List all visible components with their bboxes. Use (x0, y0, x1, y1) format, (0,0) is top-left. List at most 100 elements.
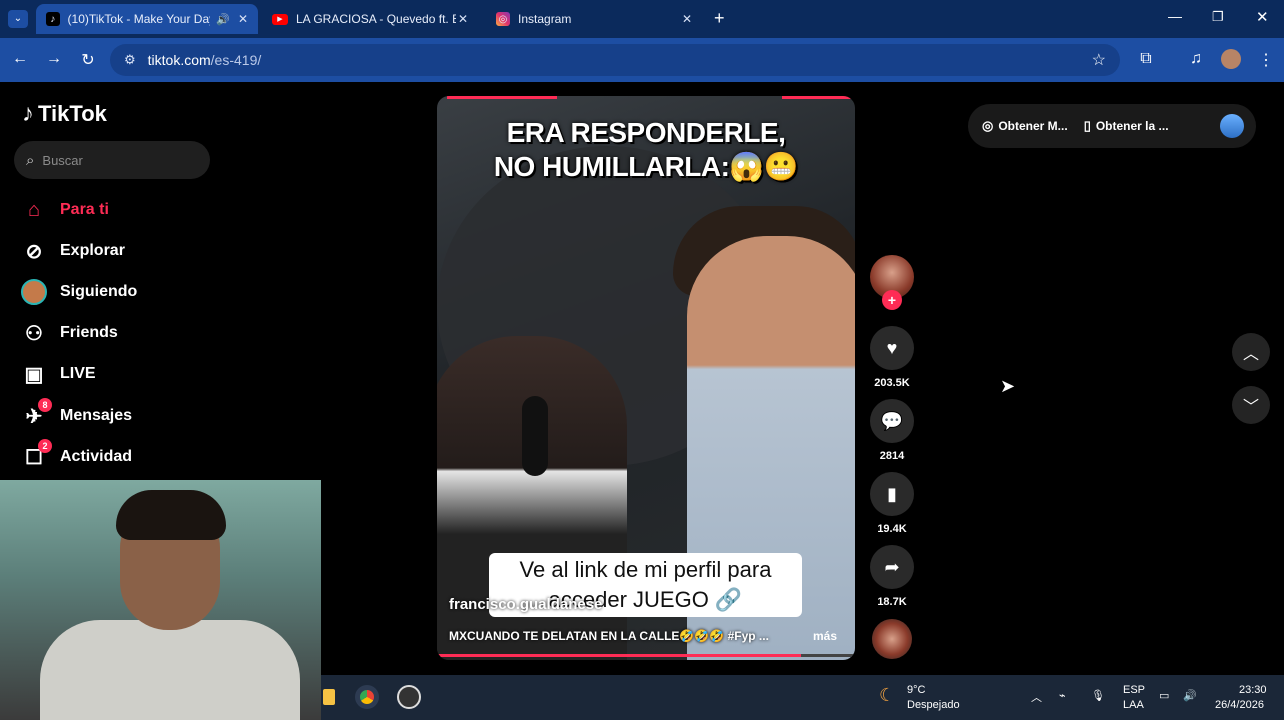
minimize-icon[interactable]: — (1168, 8, 1182, 24)
chevron-down-icon[interactable]: ﹀ (1232, 386, 1270, 424)
site-info-icon[interactable]: ⚙ (124, 52, 136, 68)
live-tv-icon: ▣ (24, 363, 44, 386)
get-label-2: Obtener la ... (1095, 119, 1169, 133)
comment-icon[interactable]: 💬 (870, 399, 914, 443)
back-icon[interactable]: ← (10, 50, 30, 68)
top-progress-segment (447, 96, 557, 99)
get-coins-button[interactable]: ◎ Obtener M... (982, 118, 1068, 134)
search-box[interactable]: ⌕ (14, 141, 210, 179)
forward-icon[interactable]: → (44, 50, 64, 68)
volume-icon[interactable]: 🔊 (1183, 689, 1197, 702)
weather-text: Despejado (907, 699, 960, 711)
share-action[interactable]: ➦ 18.7K (870, 545, 914, 608)
following-avatar-icon (20, 278, 48, 306)
heart-icon[interactable]: ♥ (870, 326, 914, 370)
activity-icon: ☐ 2 (20, 439, 52, 471)
search-input[interactable] (42, 152, 193, 168)
clock-date[interactable]: 26/4/2026 (1215, 699, 1264, 711)
search-icon: ⌕ (26, 151, 35, 169)
save-action[interactable]: ▮ 19.4K (870, 472, 914, 535)
url-host: tiktok.com (147, 52, 211, 68)
close-tab-icon[interactable]: ✕ (458, 12, 468, 26)
nav-label: Para ti (60, 201, 109, 218)
more-link[interactable]: más (813, 629, 837, 643)
obs-icon[interactable] (397, 685, 421, 709)
language-bottom[interactable]: LAA (1123, 699, 1144, 711)
address-bar[interactable]: ⚙ tiktok.com /es-419/ ☆ (110, 44, 1120, 76)
nav-explorar[interactable]: ⊘ Explorar (20, 236, 125, 266)
nav-label: Actividad (60, 448, 133, 465)
file-explorer-icon[interactable] (323, 689, 335, 705)
sound-disc-icon[interactable] (872, 619, 912, 659)
share-arrow-icon[interactable]: ➦ (870, 545, 914, 589)
overlay-line-2: NO HUMILLARLA:😱😬 (493, 151, 799, 182)
nav-friends[interactable]: ⚇ Friends (20, 318, 118, 348)
tiktok-logo[interactable]: ♪ TikTok (22, 100, 107, 128)
tab-title: Instagram (518, 12, 572, 26)
nav-label: Siguiendo (60, 283, 138, 300)
nav-mensajes[interactable]: ✈ 8 Mensajes (20, 398, 133, 431)
comment-action[interactable]: 💬 2814 (870, 399, 914, 462)
tray-chevron-icon[interactable]: ︿ (1031, 689, 1042, 705)
video-author[interactable]: francisco.gualdanese (449, 596, 602, 613)
nav-siguiendo[interactable]: Siguiendo (20, 277, 137, 307)
extensions-icon[interactable]: ⧉ (1136, 50, 1156, 68)
like-action[interactable]: ♥ 203.5K (870, 326, 914, 389)
video-description: MXCUANDO TE DELATAN EN LA CALLE🤣🤣🤣 #Fyp … (449, 629, 769, 643)
friends-icon: ⚇ (25, 322, 43, 345)
reload-icon[interactable]: ↻ (78, 50, 98, 70)
tab-list-dropdown-icon[interactable]: ⌄ (8, 10, 28, 28)
restore-icon[interactable]: ❐ (1212, 9, 1224, 25)
compass-icon: ⊘ (25, 240, 43, 263)
follow-plus-icon[interactable]: + (882, 290, 902, 310)
video-player[interactable]: ERA RESPONDERLE, NO HUMILLARLA:😱😬 Ve al … (437, 96, 855, 660)
get-app-bar: ◎ Obtener M... ▯ Obtener la ... (968, 104, 1256, 148)
menu-kebab-icon[interactable]: ⋮ (1256, 50, 1276, 70)
caption-line-1: Ve al link de mi perfil para (519, 557, 772, 582)
nav-label: Explorar (60, 242, 125, 259)
browser-tab-strip: ⌄ ♪ (10)TikTok - Make Your Day 🔊 ✕ ▶ LA … (0, 0, 1284, 38)
nav-label: Friends (60, 324, 118, 341)
nav-label: Mensajes (60, 407, 133, 424)
nav-actividad[interactable]: ☐ 2 Actividad (20, 439, 133, 472)
close-tab-icon[interactable]: ✕ (238, 12, 248, 26)
get-label-1: Obtener M... (998, 119, 1068, 133)
video-progress-bar[interactable] (437, 654, 855, 657)
tab-tiktok[interactable]: ♪ (10)TikTok - Make Your Day 🔊 ✕ (36, 4, 258, 34)
nav-para-ti[interactable]: ⌂ Para ti (20, 195, 109, 225)
coin-icon: ◎ (982, 118, 994, 133)
tiktok-note-icon: ♪ (22, 100, 34, 127)
share-count: 18.7K (877, 596, 907, 608)
user-profile-avatar[interactable] (1220, 114, 1244, 138)
bookmark-icon[interactable]: ▮ (870, 472, 914, 516)
windows-taskbar: ☾ 9°C Despejado ︿ ⌁ 🎙 ESP LAA ▭ 🔊 23:30 … (321, 675, 1284, 720)
chrome-icon[interactable] (355, 685, 379, 709)
browser-toolbar: ⚙ tiktok.com /es-419/ ☆ (0, 38, 1284, 82)
tab-instagram[interactable]: ◎ Instagram ✕ (486, 4, 702, 34)
microphone (522, 396, 548, 476)
media-control-icon[interactable]: ♫ (1186, 50, 1206, 68)
url-path: /es-419/ (210, 52, 262, 68)
close-tab-icon[interactable]: ✕ (682, 12, 692, 26)
bookmark-star-icon[interactable]: ☆ (1092, 50, 1106, 70)
tab-youtube[interactable]: ▶ LA GRACIOSA - Quevedo ft. Elv ✕ (262, 4, 478, 34)
top-progress-segment (782, 96, 852, 99)
tab-title: (10)TikTok - Make Your Day (67, 12, 211, 26)
overlay-line-1: ERA RESPONDERLE, (506, 117, 786, 148)
profile-avatar[interactable] (1221, 49, 1241, 69)
new-tab-button[interactable]: + (714, 8, 725, 29)
speaker-icon[interactable]: 🔊 (216, 13, 230, 26)
network-icon[interactable]: ⌁ (1059, 689, 1066, 702)
logo-text: TikTok (38, 101, 107, 126)
display-icon[interactable]: ▭ (1159, 689, 1169, 702)
nav-live[interactable]: ▣ LIVE (20, 359, 96, 389)
nav-label: LIVE (60, 365, 96, 382)
chevron-up-icon[interactable]: ︿ (1232, 333, 1270, 371)
youtube-icon: ▶ (272, 13, 288, 25)
language-top[interactable]: ESP (1123, 684, 1145, 696)
get-app-button[interactable]: ▯ Obtener la ... (1084, 118, 1169, 134)
microphone-icon[interactable]: 🎙 (1091, 689, 1105, 702)
clock-time[interactable]: 23:30 (1239, 684, 1267, 696)
tab-title: LA GRACIOSA - Quevedo ft. Elv (296, 12, 456, 26)
close-window-icon[interactable]: ✕ (1256, 8, 1269, 26)
